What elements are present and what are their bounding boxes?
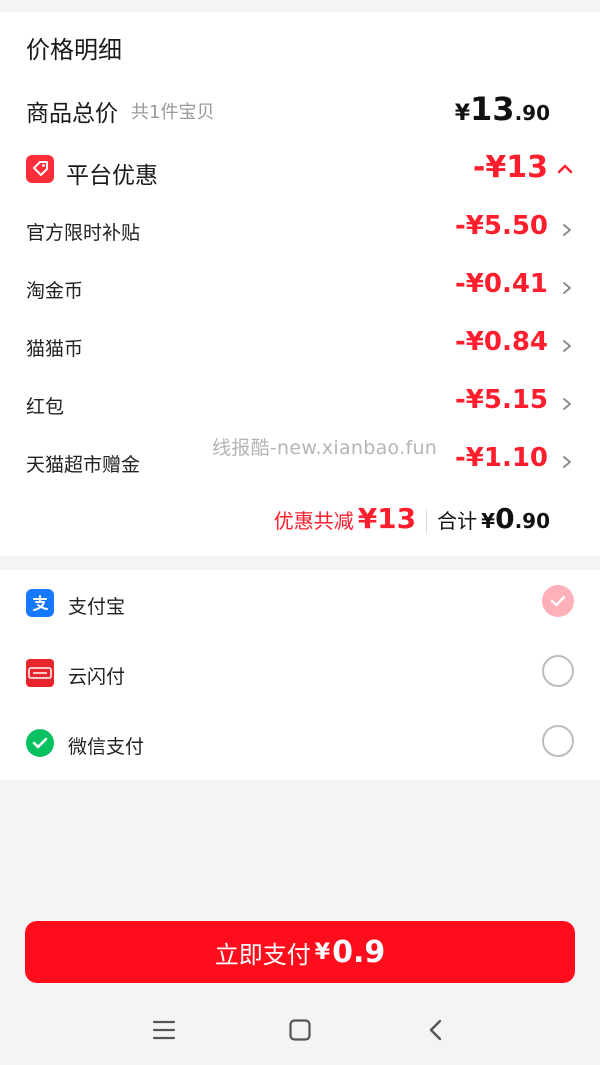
unionpay-icon <box>26 659 54 687</box>
chevron-right-icon <box>563 340 571 352</box>
price-integer: 0 <box>495 502 515 535</box>
payment-methods-card: 支付宝 云闪付 微信支付 <box>0 570 600 780</box>
coupon-tag-icon <box>26 155 54 183</box>
chevron-up-icon[interactable] <box>556 160 574 178</box>
payment-option-wechat[interactable]: 微信支付 <box>26 725 574 765</box>
currency-symbol: ¥ <box>454 101 471 126</box>
menu-icon[interactable] <box>151 1017 177 1043</box>
pay-button-label: 立即支付 <box>214 940 311 969</box>
platform-discount-label: 平台优惠 <box>66 163 158 189</box>
platform-discount-amount: -¥13 <box>472 150 548 185</box>
pay-amount: 0.9 <box>332 934 386 970</box>
discount-row[interactable]: 淘金币 -¥0.41 <box>26 268 574 308</box>
chevron-right-icon <box>563 456 571 468</box>
discount-total-label: 优惠共减 <box>273 509 354 533</box>
payment-label: 支付宝 <box>68 596 126 618</box>
discount-label: 天猫超市赠金 <box>26 454 141 476</box>
platform-discount-row[interactable]: 平台优惠 -¥13 <box>26 150 574 192</box>
back-icon[interactable] <box>423 1017 449 1043</box>
discount-label: 官方限时补贴 <box>26 222 141 244</box>
discount-amount: -¥5.50 <box>454 211 548 241</box>
discount-total-amount: ¥13 <box>357 502 417 535</box>
watermark: 线报酷-new.xianbao.fun <box>212 437 438 459</box>
discount-row[interactable]: 官方限时补贴 -¥5.50 <box>26 210 574 250</box>
grand-total-amount: ¥0.90 <box>481 502 550 535</box>
discount-amount: -¥5.15 <box>454 385 548 415</box>
price-decimal: .90 <box>514 101 550 125</box>
home-icon[interactable] <box>287 1017 313 1043</box>
price-decimal: .90 <box>514 509 550 533</box>
discount-amount: -¥1.10 <box>454 443 548 473</box>
goods-total-price: ¥13.90 <box>455 90 550 128</box>
goods-count: 共1件宝贝 <box>131 102 215 123</box>
payment-label: 云闪付 <box>68 666 126 688</box>
discount-amount: -¥0.84 <box>454 327 548 357</box>
radio-checked[interactable] <box>542 585 574 617</box>
discount-label: 红包 <box>26 396 65 418</box>
discount-row[interactable]: 红包 -¥5.15 <box>26 384 574 424</box>
payment-option-alipay[interactable]: 支付宝 <box>26 585 574 625</box>
goods-total-row: 商品总价 共1件宝贝 ¥13.90 <box>26 90 550 132</box>
grand-total-label: 合计 <box>437 509 478 533</box>
chevron-right-icon <box>563 224 571 236</box>
chevron-right-icon <box>563 282 571 294</box>
radio-unchecked[interactable] <box>542 725 574 757</box>
discount-amount: -¥0.41 <box>454 269 548 299</box>
currency-symbol: ¥ <box>314 939 331 965</box>
wechat-pay-icon <box>26 729 54 757</box>
payment-option-unionpay[interactable]: 云闪付 <box>26 655 574 695</box>
goods-total-label: 商品总价 <box>26 101 118 127</box>
price-integer: 13 <box>470 90 515 128</box>
section-title: 价格明细 <box>26 36 122 64</box>
price-detail-card: 价格明细 商品总价 共1件宝贝 ¥13.90 平台优惠 -¥13 官方限时补贴 … <box>0 12 600 556</box>
price-summary: 优惠共减 ¥13 合计 ¥0.90 <box>274 502 550 542</box>
system-nav-bar <box>0 995 600 1065</box>
currency-symbol: ¥ <box>481 509 496 533</box>
divider <box>426 510 428 534</box>
discount-label: 猫猫币 <box>26 338 84 360</box>
discount-label: 淘金币 <box>26 280 84 302</box>
discount-row[interactable]: 猫猫币 -¥0.84 <box>26 326 574 366</box>
radio-unchecked[interactable] <box>542 655 574 687</box>
chevron-right-icon <box>563 398 571 410</box>
payment-label: 微信支付 <box>68 736 145 758</box>
alipay-icon <box>26 589 54 617</box>
pay-now-button[interactable]: 立即支付 ¥ 0.9 <box>25 921 575 983</box>
